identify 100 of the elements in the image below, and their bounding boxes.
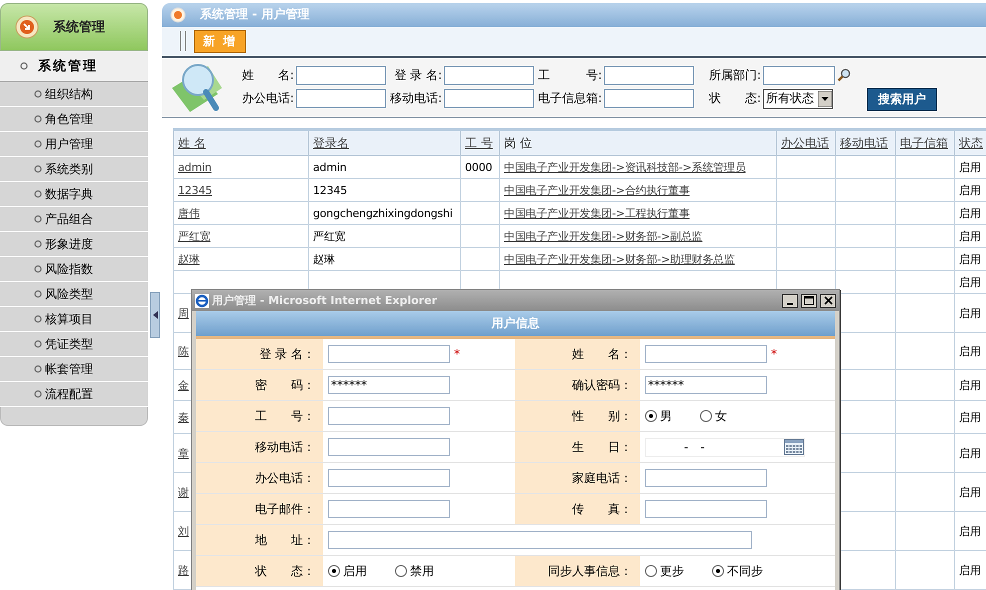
input-field[interactable]: ******	[645, 376, 767, 394]
radio-option[interactable]: 更步	[645, 562, 684, 580]
search-field[interactable]	[296, 89, 386, 108]
table-cell: 启用	[959, 410, 981, 424]
field-label: 所属部门:	[708, 66, 762, 84]
field-label: 电子信息箱:	[536, 90, 603, 108]
user-link[interactable]: 严红宽	[178, 230, 210, 242]
table-cell: 启用	[959, 378, 981, 392]
sidebar-item[interactable]: 凭证类型	[0, 332, 148, 357]
radio-option[interactable]: 启用	[328, 562, 367, 580]
sort-link[interactable]: 状态	[959, 136, 983, 150]
radio-option[interactable]: 禁用	[395, 562, 434, 580]
sort-link[interactable]: 电子信箱	[900, 136, 948, 150]
sidebar-item[interactable]: 风险指数	[0, 257, 148, 282]
circle-icon	[34, 90, 42, 98]
field-label: 密 码：	[196, 370, 323, 400]
sidebar-item[interactable]: 产品组合	[0, 207, 148, 232]
radio-button[interactable]	[700, 410, 712, 422]
user-link[interactable]: 刘	[178, 524, 189, 538]
field-label: 生 日：	[515, 432, 640, 462]
sort-link[interactable]: 办公电话	[781, 136, 829, 150]
sidebar-header: 系统管理	[0, 3, 148, 51]
sidebar-item[interactable]: 形象进度	[0, 232, 148, 257]
user-link[interactable]: 12345	[178, 184, 212, 196]
status-select[interactable]: 所有状态	[763, 88, 833, 109]
radio-button[interactable]	[328, 565, 340, 577]
table-cell: 启用	[959, 252, 981, 266]
input-field[interactable]	[328, 345, 450, 363]
sidebar-item[interactable]: 角色管理	[0, 107, 148, 132]
search-field[interactable]	[604, 66, 694, 85]
circle-icon	[34, 315, 42, 323]
user-link[interactable]: 金	[178, 378, 189, 392]
user-link[interactable]: 唐伟	[178, 206, 200, 220]
field-label: 姓 名:	[240, 66, 295, 84]
sidebar-item[interactable]: 系统类别	[0, 157, 148, 182]
user-link[interactable]: 路	[178, 564, 189, 576]
input-field[interactable]	[645, 469, 767, 487]
sidebar-item[interactable]: 风险类型	[0, 282, 148, 307]
search-field[interactable]	[444, 89, 534, 108]
table-cell: gongchengzhixingdongshi	[313, 206, 453, 220]
sidebar-item[interactable]: 核算项目	[0, 307, 148, 332]
user-link[interactable]: 赵琳	[178, 252, 200, 266]
sidebar-item[interactable]: 数据字典	[0, 182, 148, 207]
field-label: 移动电话:	[388, 90, 443, 108]
search-field[interactable]	[296, 66, 386, 85]
user-link[interactable]: 谢	[178, 486, 189, 498]
sidebar-item[interactable]: 帐套管理	[0, 357, 148, 382]
sidebar-item[interactable]: 组织结构	[0, 82, 148, 107]
date-field[interactable]: - -	[645, 438, 805, 456]
search-icon[interactable]	[837, 68, 851, 82]
circle-icon	[34, 340, 42, 348]
radio-option[interactable]: 女	[700, 408, 727, 424]
input-field[interactable]	[328, 500, 450, 518]
input-field[interactable]	[645, 345, 767, 363]
sort-link[interactable]: 登录名	[313, 136, 349, 150]
radio-button[interactable]	[645, 410, 657, 422]
input-field[interactable]	[328, 469, 450, 487]
table-cell: 0000	[465, 160, 492, 174]
radio-button[interactable]	[712, 565, 724, 577]
radio-button[interactable]	[395, 565, 407, 577]
column-header: 岗 位	[500, 130, 776, 156]
field-label: 状 态:	[708, 90, 762, 108]
input-field[interactable]	[328, 407, 450, 425]
sidebar-item[interactable]: 用户管理	[0, 132, 148, 157]
sort-link[interactable]: 姓 名	[178, 136, 206, 150]
sort-link[interactable]: 移动电话	[840, 136, 888, 150]
circle-icon	[34, 165, 42, 173]
user-link[interactable]: 秦	[178, 410, 189, 424]
user-link[interactable]: 周	[178, 306, 189, 320]
table-cell: 启用	[959, 344, 981, 358]
radio-option[interactable]: 男	[645, 408, 672, 424]
minimize-button[interactable]	[782, 294, 798, 308]
field-label: 同步人事信息：	[515, 556, 640, 586]
user-link[interactable]: 陈	[178, 344, 189, 358]
input-field[interactable]	[645, 500, 767, 518]
browser-icon	[195, 294, 209, 308]
table-cell: 启用	[959, 524, 981, 538]
user-link[interactable]: admin	[178, 160, 212, 174]
search-field[interactable]	[444, 66, 534, 85]
user-link[interactable]: 章	[178, 446, 189, 460]
sort-link[interactable]: 工 号	[465, 136, 493, 150]
input-field[interactable]: ******	[328, 376, 450, 394]
table-cell: 启用	[959, 230, 981, 242]
orb-icon	[170, 6, 186, 23]
address-field[interactable]	[328, 531, 752, 549]
field-label: 确认密码：	[515, 370, 640, 400]
circle-icon	[34, 365, 42, 373]
maximize-button[interactable]	[801, 294, 817, 308]
input-field[interactable]	[328, 438, 450, 456]
close-button[interactable]	[820, 294, 836, 308]
field-label: 家庭电话：	[515, 463, 640, 493]
calendar-icon[interactable]	[784, 439, 804, 455]
sidebar-section[interactable]: 系统管理	[0, 51, 148, 82]
collapse-handle[interactable]	[150, 292, 160, 338]
sidebar-item[interactable]: 流程配置	[0, 382, 148, 407]
search-field[interactable]	[763, 66, 835, 85]
search-field[interactable]	[604, 89, 694, 108]
search-button[interactable]: 搜索用户	[867, 88, 937, 111]
radio-button[interactable]	[645, 565, 657, 577]
radio-option[interactable]: 不同步	[712, 562, 763, 580]
